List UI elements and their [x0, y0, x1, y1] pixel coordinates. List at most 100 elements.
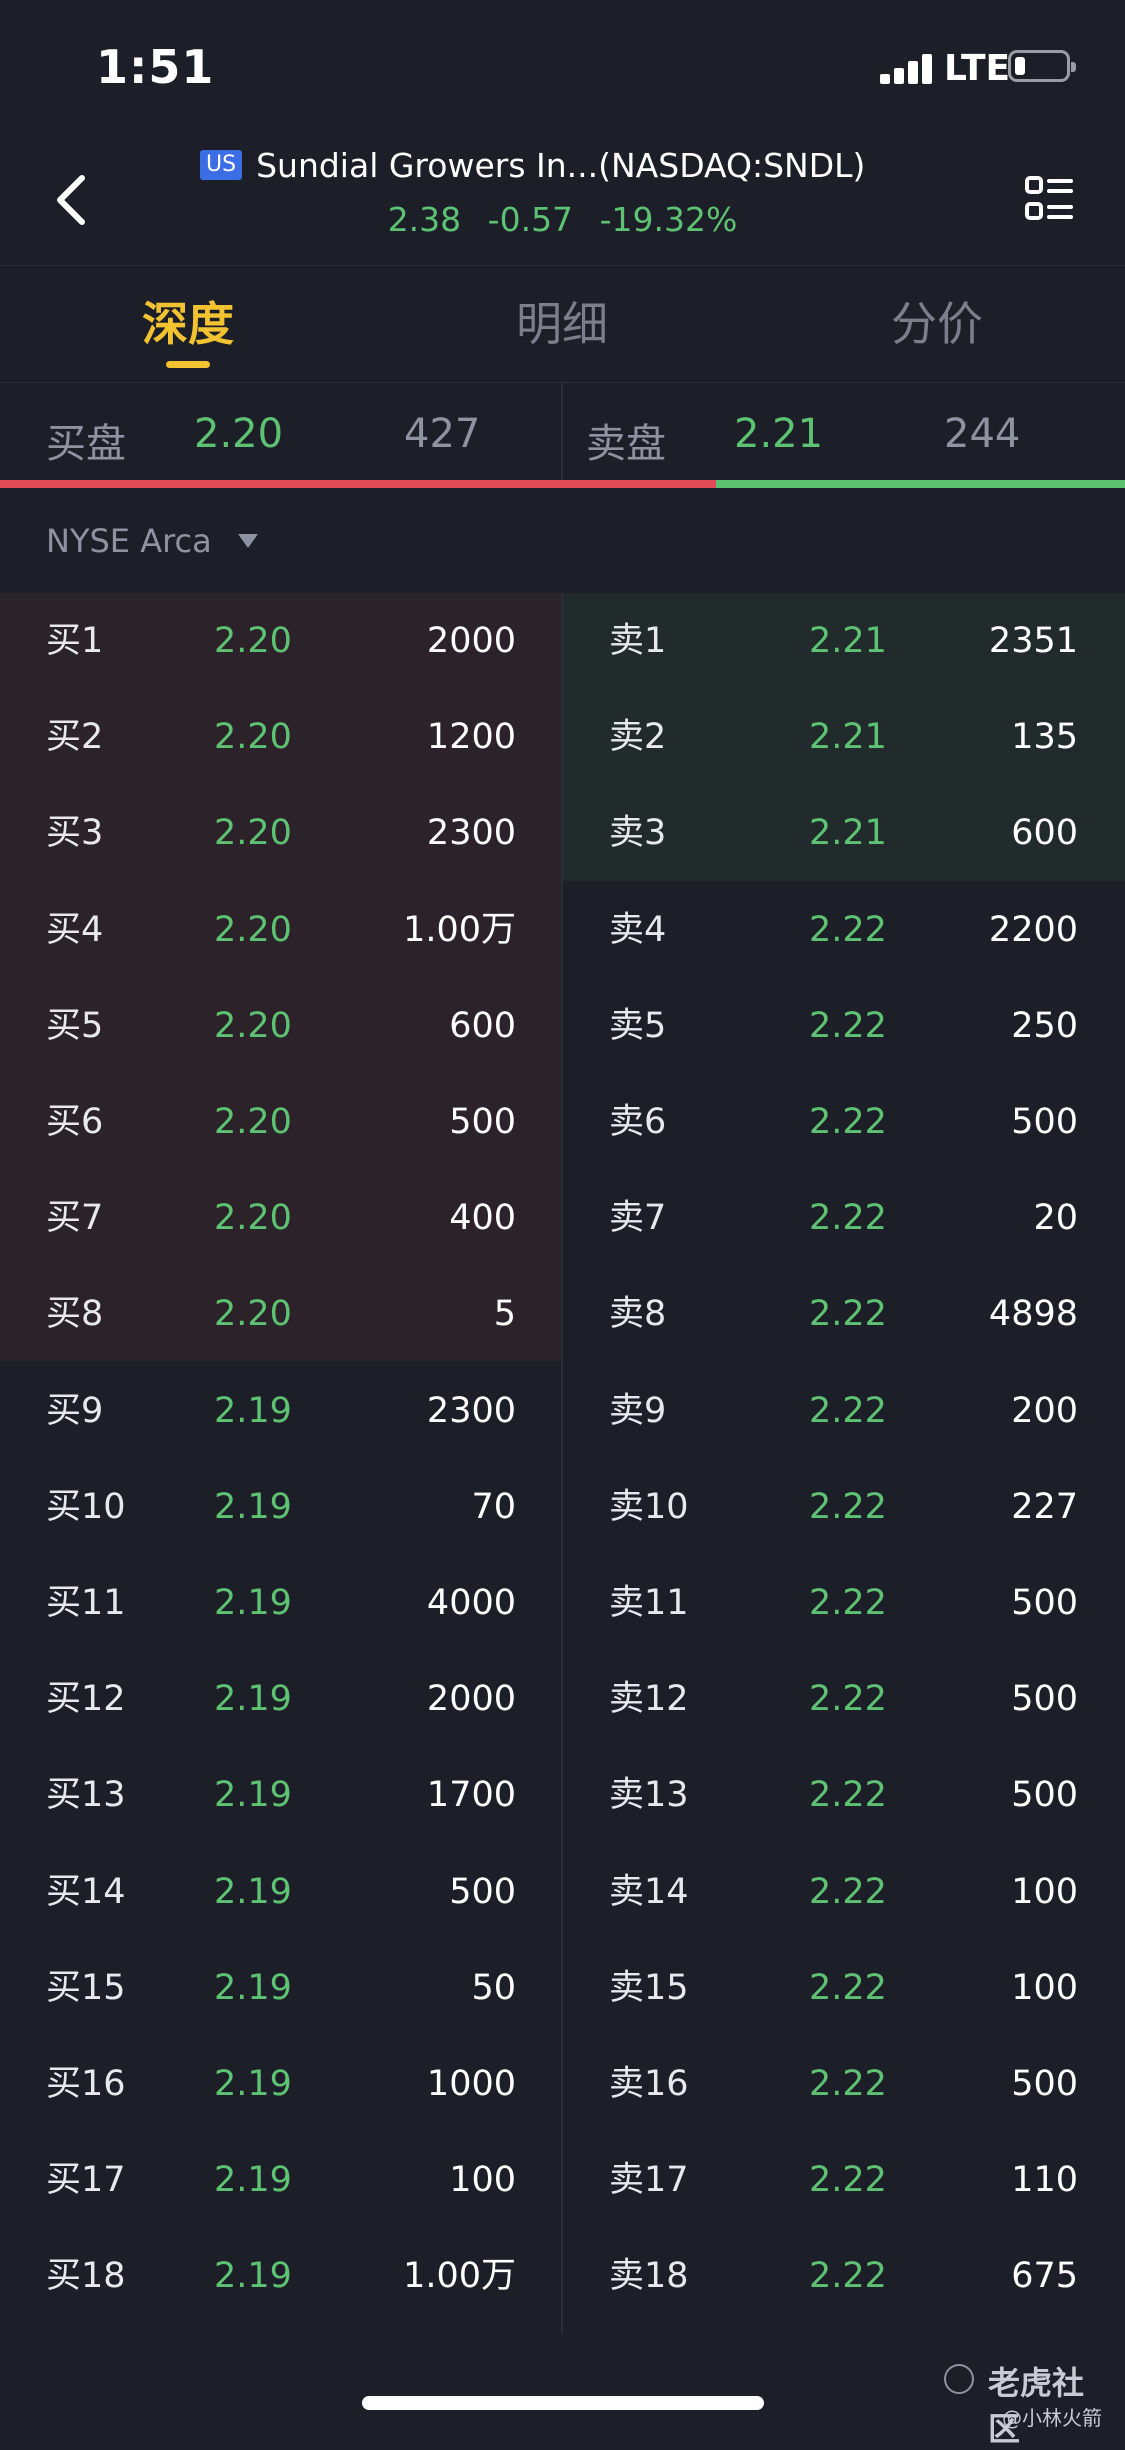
caret-down-icon	[238, 534, 258, 548]
level-label: 买18	[46, 2254, 126, 2298]
level-label: 买6	[46, 1100, 103, 1144]
ask-row[interactable]: 卖12.212351	[563, 593, 1125, 689]
home-indicator[interactable]	[362, 2396, 764, 2410]
bid-ask-summary: 买盘 2.20 427 卖盘 2.21 244	[0, 383, 1125, 488]
tab-details[interactable]: 明细	[462, 288, 662, 354]
tab-price-breakdown[interactable]: 分价	[837, 288, 1037, 354]
level-price: 2.20	[214, 811, 292, 855]
level-label: 买4	[46, 908, 103, 952]
level-price: 2.19	[214, 2254, 292, 2298]
ask-row[interactable]: 卖52.22250	[563, 978, 1125, 1074]
ask-summary-qty: 244	[944, 411, 1020, 457]
level-label: 卖14	[609, 1870, 689, 1914]
bid-row[interactable]: 买162.191000	[0, 2036, 562, 2132]
ask-row[interactable]: 卖32.21600	[563, 785, 1125, 881]
bid-ratio-fill	[0, 480, 716, 488]
stock-title-row: US Sundial Growers In...(NASDAQ:SNDL)	[200, 140, 900, 190]
stock-quote: 2.38 -0.57 -19.32%	[0, 200, 1125, 239]
bid-row[interactable]: 买152.1950	[0, 1940, 562, 2036]
level-price: 2.22	[809, 1677, 887, 1721]
bid-row[interactable]: 买12.202000	[0, 593, 562, 689]
bid-row[interactable]: 买42.201.00万	[0, 882, 562, 978]
ask-row[interactable]: 卖72.2220	[563, 1170, 1125, 1266]
level-price: 2.22	[809, 1292, 887, 1336]
bid-row[interactable]: 买92.192300	[0, 1363, 562, 1459]
exchange-selector[interactable]: NYSE Arca	[46, 522, 258, 560]
level-label: 卖16	[609, 2062, 689, 2106]
ask-row[interactable]: 卖22.21135	[563, 689, 1125, 785]
ask-row[interactable]: 卖142.22100	[563, 1844, 1125, 1940]
level-price: 2.20	[214, 1292, 292, 1336]
tiger-logo-icon	[944, 2364, 974, 2394]
stock-title: Sundial Growers In...(NASDAQ:SNDL)	[256, 146, 865, 185]
level-quantity: 227	[878, 1485, 1078, 1529]
bid-row[interactable]: 买132.191700	[0, 1747, 562, 1843]
ask-row[interactable]: 卖112.22500	[563, 1555, 1125, 1651]
level-label: 卖18	[609, 2254, 689, 2298]
level-price: 2.20	[214, 1100, 292, 1144]
bid-row[interactable]: 买82.205	[0, 1266, 562, 1362]
bid-row[interactable]: 买52.20600	[0, 978, 562, 1074]
ask-row[interactable]: 卖82.224898	[563, 1266, 1125, 1362]
level-price: 2.22	[809, 2254, 887, 2298]
ask-row[interactable]: 卖152.22100	[563, 1940, 1125, 2036]
level-quantity: 20	[878, 1196, 1078, 1240]
level-quantity: 4000	[316, 1581, 516, 1625]
ask-row[interactable]: 卖182.22675	[563, 2228, 1125, 2324]
ask-row[interactable]: 卖92.22200	[563, 1363, 1125, 1459]
level-label: 卖2	[609, 715, 666, 759]
bid-row[interactable]: 买3 2.20 2300	[0, 785, 562, 881]
level-quantity: 200	[878, 1389, 1078, 1433]
level-price: 2.19	[214, 2062, 292, 2106]
tab-depth[interactable]: 深度	[88, 288, 288, 354]
exchange-label: NYSE Arca	[46, 522, 212, 560]
level-label: 卖1	[609, 619, 666, 663]
level-quantity: 500	[878, 2062, 1078, 2106]
bid-row[interactable]: 买142.19500	[0, 1844, 562, 1940]
ask-summary-price: 2.21	[734, 411, 823, 457]
level-price: 2.19	[214, 1870, 292, 1914]
bid-row[interactable]: 买72.20400	[0, 1170, 562, 1266]
level-quantity: 1.00万	[316, 2254, 516, 2298]
ask-row[interactable]: 卖122.22500	[563, 1651, 1125, 1747]
status-time: 1:51	[96, 40, 214, 94]
level-label: 买2	[46, 715, 103, 759]
level-quantity: 70	[316, 1485, 516, 1529]
bid-row[interactable]: 买172.19100	[0, 2132, 562, 2228]
watermark-user: @小林火箭	[1002, 2402, 1102, 2431]
level-quantity: 100	[316, 2158, 516, 2202]
network-type: LTE	[944, 48, 1010, 89]
level-price: 2.22	[809, 1773, 887, 1817]
level-label: 买13	[46, 1773, 126, 1817]
level-label: 买16	[46, 2062, 126, 2106]
community-watermark: 老虎社区 @小林火箭	[940, 2358, 1110, 2428]
ask-row[interactable]: 卖132.22500	[563, 1747, 1125, 1843]
level-label: 卖13	[609, 1773, 689, 1817]
bid-row[interactable]: 买18 2.19 1.00万	[0, 2228, 562, 2324]
ask-row[interactable]: 卖162.22500	[563, 2036, 1125, 2132]
bid-row[interactable]: 买102.1970	[0, 1459, 562, 1555]
bid-row[interactable]: 买122.192000	[0, 1651, 562, 1747]
price-change: -0.57	[488, 200, 573, 239]
market-badge: US	[200, 150, 242, 180]
level-quantity: 600	[878, 811, 1078, 855]
ask-row[interactable]: 卖172.22110	[563, 2132, 1125, 2228]
level-quantity: 250	[878, 1004, 1078, 1048]
summary-divider	[561, 383, 563, 483]
battery-icon	[1008, 50, 1070, 82]
ask-row[interactable]: 卖102.22227	[563, 1459, 1125, 1555]
list-menu-icon[interactable]	[1025, 175, 1073, 223]
level-quantity: 4898	[878, 1292, 1078, 1336]
level-label: 买5	[46, 1004, 103, 1048]
level-label: 买7	[46, 1196, 103, 1240]
ask-row[interactable]: 卖42.222200	[563, 882, 1125, 978]
level-price: 2.19	[214, 1485, 292, 1529]
level-label: 买3	[46, 811, 103, 855]
bid-row[interactable]: 买22.201200	[0, 689, 562, 785]
level-quantity: 2300	[316, 811, 516, 855]
level-quantity: 2300	[316, 1389, 516, 1433]
bid-row[interactable]: 买62.20500	[0, 1074, 562, 1170]
level-price: 2.22	[809, 1870, 887, 1914]
ask-row[interactable]: 卖62.22500	[563, 1074, 1125, 1170]
bid-row[interactable]: 买112.194000	[0, 1555, 562, 1651]
